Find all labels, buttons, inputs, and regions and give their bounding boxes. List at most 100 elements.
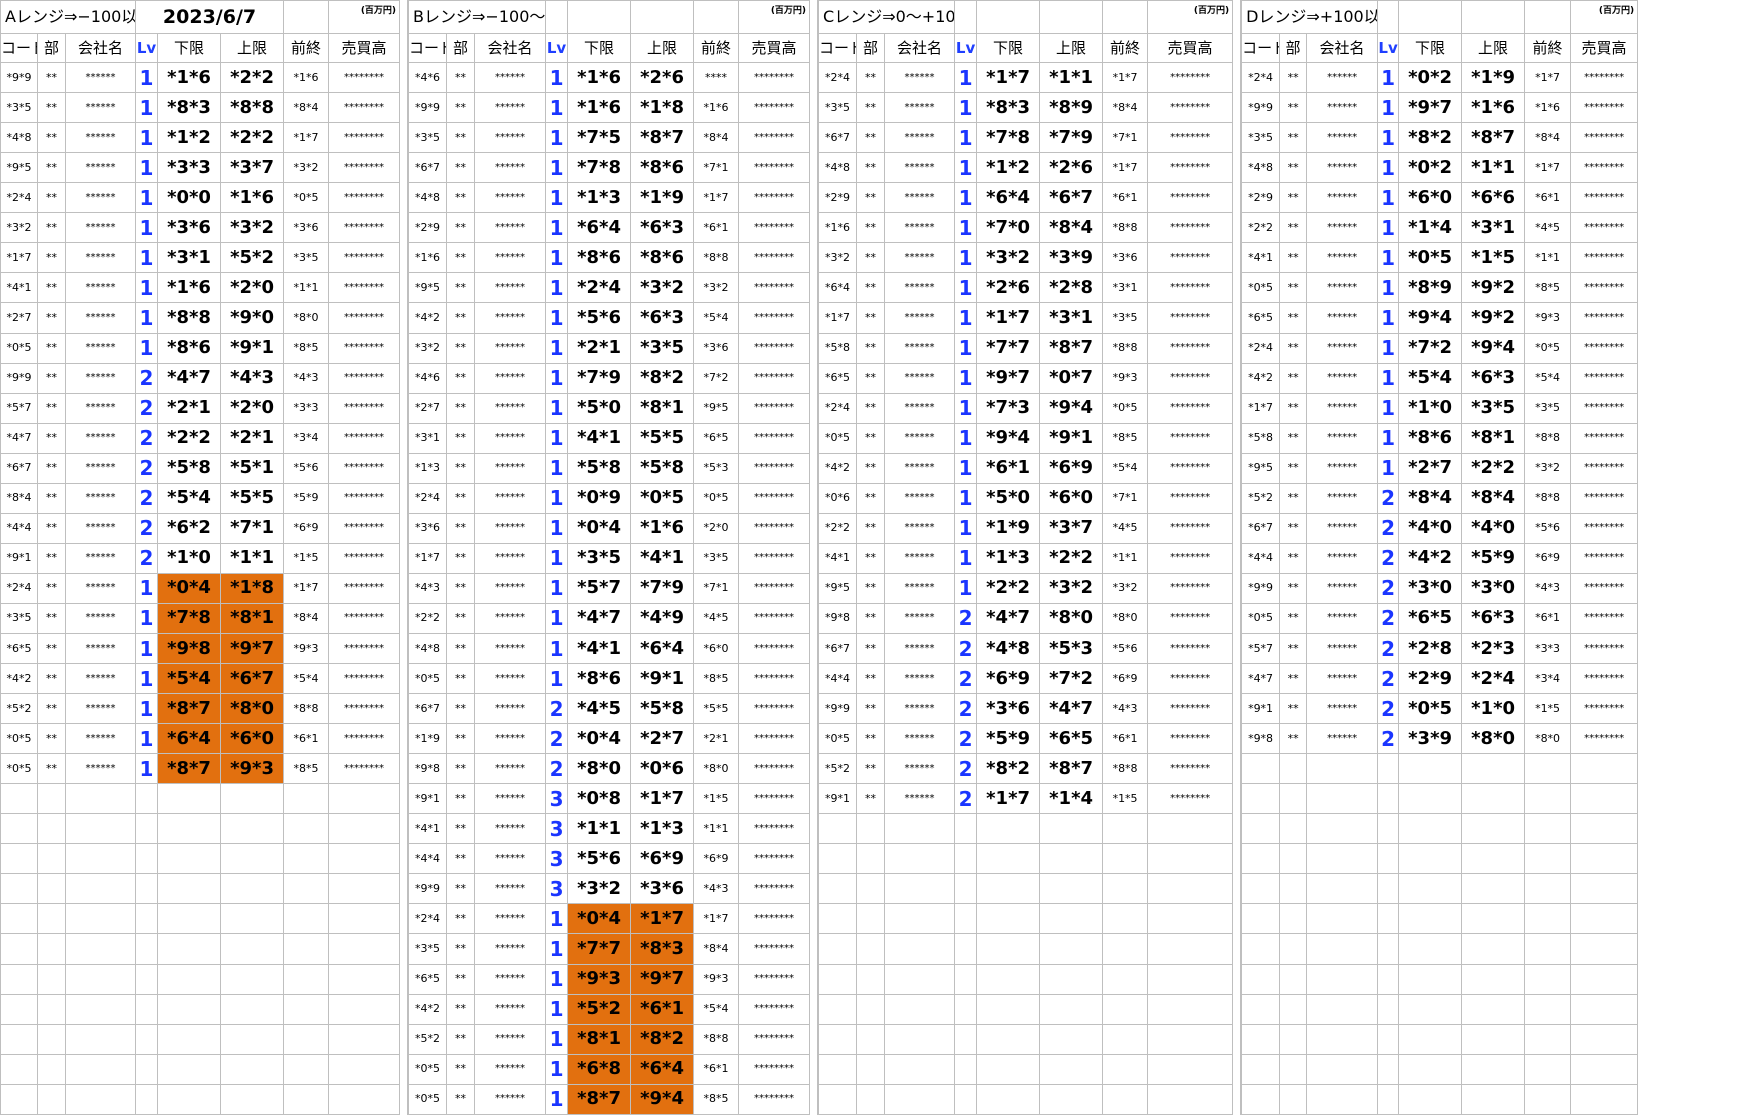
cell-name: ****** — [64, 452, 137, 484]
cell-lv: 2 — [1377, 723, 1400, 755]
table-row: *4*8 ** ****** 1 *1*3 *1*9 *1*7 ******** — [408, 182, 811, 214]
table-row: *9*1 ** ****** 3 *0*8 *1*7 *1*5 ******** — [408, 783, 811, 815]
cell-high: *2*2 — [220, 122, 285, 154]
empty-cell — [37, 783, 66, 815]
cell-low: *1*6 — [567, 92, 632, 124]
cell-sales: ******** — [1570, 92, 1639, 124]
empty-cell — [283, 1023, 330, 1055]
cell-sales: ******** — [738, 332, 811, 364]
cell-dept: ** — [856, 632, 886, 665]
cell-prev: *1*6 — [693, 92, 740, 124]
cell-low: *8*3 — [157, 92, 222, 124]
cell-prev: *8*5 — [1524, 272, 1572, 304]
empty-cell — [220, 963, 285, 995]
cell-code: *9*5 — [408, 272, 448, 304]
empty-cell — [954, 1083, 978, 1115]
empty-cell — [135, 843, 159, 875]
cell-low: *4*2 — [1398, 542, 1463, 574]
cell-code: *9*9 — [408, 92, 448, 124]
cell-lv: 1 — [1377, 92, 1400, 124]
cell-sales: ******** — [1570, 332, 1639, 364]
cell-code: *4*4 — [1241, 542, 1281, 574]
empty-cell — [1039, 933, 1104, 965]
cell-name: ****** — [474, 813, 547, 845]
cell-low: *0*4 — [567, 723, 632, 755]
cell-sales: ******** — [738, 753, 811, 785]
cell-lv: 1 — [545, 62, 569, 94]
empty-cell — [1524, 873, 1572, 905]
cell-lv: 1 — [545, 1083, 569, 1115]
cell-name: ****** — [64, 272, 137, 304]
cell-sales: ******** — [328, 632, 401, 665]
column-header-prev: 前終 — [283, 33, 330, 64]
cell-high: *3*2 — [220, 212, 285, 244]
cell-code: *3*5 — [0, 602, 38, 634]
cell-lv: 1 — [545, 152, 569, 184]
cell-sales: ******** — [738, 1053, 811, 1085]
cell-prev: *6*5 — [693, 422, 740, 454]
cell-prev: *6*1 — [1102, 723, 1149, 755]
cell-lv: 1 — [135, 272, 159, 304]
empty-cell — [135, 1083, 159, 1115]
cell-dept: ** — [446, 92, 476, 124]
empty-row — [818, 963, 1234, 995]
cell-sales: ******** — [738, 512, 811, 544]
cell-dept: ** — [1279, 452, 1308, 484]
cell-lv: 1 — [135, 332, 159, 364]
cell-sales: ******** — [1570, 392, 1639, 424]
table-row: *9*8 ** ****** 2 *3*9 *8*0 *8*0 ******** — [1241, 723, 1639, 755]
table-row: *0*5 ** ****** 1 *8*6 *9*1 *8*5 ******** — [408, 663, 811, 695]
empty-cell — [1241, 933, 1281, 965]
column-header-row: コード部会社名Lv下限上限前終売買高 — [408, 33, 811, 64]
cell-prev: *5*9 — [283, 482, 330, 514]
table-row: *4*7 ** ****** 2 *2*2 *2*1 *3*4 ******** — [0, 422, 401, 454]
cell-name: ****** — [884, 482, 956, 514]
empty-cell — [1147, 993, 1234, 1025]
cell-sales: ******** — [1570, 572, 1639, 604]
cell-high: *2*8 — [1039, 272, 1104, 304]
cell-lv: 1 — [1377, 62, 1400, 94]
cell-name: ****** — [474, 873, 547, 905]
column-header-sales: 売買高 — [1147, 33, 1234, 64]
column-header-dept: 部 — [446, 33, 476, 64]
cell-lv: 1 — [135, 572, 159, 604]
cell-prev: *1*1 — [1524, 242, 1572, 274]
empty-cell — [1279, 1053, 1308, 1085]
cell-low: *1*4 — [1398, 212, 1463, 244]
cell-code: *4*2 — [818, 452, 858, 484]
cell-prev: *1*7 — [283, 122, 330, 154]
cell-lv: 1 — [954, 152, 978, 184]
empty-row — [818, 1023, 1234, 1055]
column-header-code: コード — [0, 33, 38, 64]
cell-sales: ******** — [738, 92, 811, 124]
cell-dept: ** — [856, 723, 886, 755]
cell-sales: ******** — [1147, 632, 1234, 665]
cell-name: ****** — [1306, 663, 1379, 695]
empty-cell — [328, 903, 401, 935]
cell-name: ****** — [1306, 392, 1379, 424]
block-separator — [1233, 0, 1242, 1115]
cell-low: *1*6 — [567, 62, 632, 94]
cell-sales: ******** — [738, 602, 811, 634]
cell-sales: ******** — [328, 302, 401, 334]
empty-cell — [1377, 873, 1400, 905]
cell-sales: ******** — [1147, 723, 1234, 755]
table-row: *4*6 ** ****** 1 *7*9 *8*2 *7*2 ******** — [408, 362, 811, 394]
cell-sales: ******** — [738, 482, 811, 514]
empty-cell — [220, 1053, 285, 1085]
table-row: *5*8 ** ****** 1 *8*6 *8*1 *8*8 ******** — [1241, 422, 1639, 454]
cell-code: *3*5 — [1241, 122, 1281, 154]
unit-label: (百万円) — [738, 0, 811, 35]
table-row: *9*9 ** ****** 2 *3*6 *4*7 *4*3 ******** — [818, 693, 1234, 725]
table-row: *0*5 ** ****** 1 *8*6 *9*1 *8*5 ******** — [0, 332, 401, 364]
cell-low: *5*4 — [157, 663, 222, 695]
cell-prev: *9*5 — [693, 392, 740, 424]
cell-name: ****** — [474, 693, 547, 725]
column-header-lv: Lv — [954, 33, 978, 64]
empty-cell — [328, 1083, 401, 1115]
empty-cell — [818, 813, 858, 845]
cell-code: *6*7 — [818, 632, 858, 665]
cell-low: *1*0 — [157, 542, 222, 574]
cell-low: *0*4 — [567, 903, 632, 935]
empty-cell — [1461, 0, 1526, 35]
